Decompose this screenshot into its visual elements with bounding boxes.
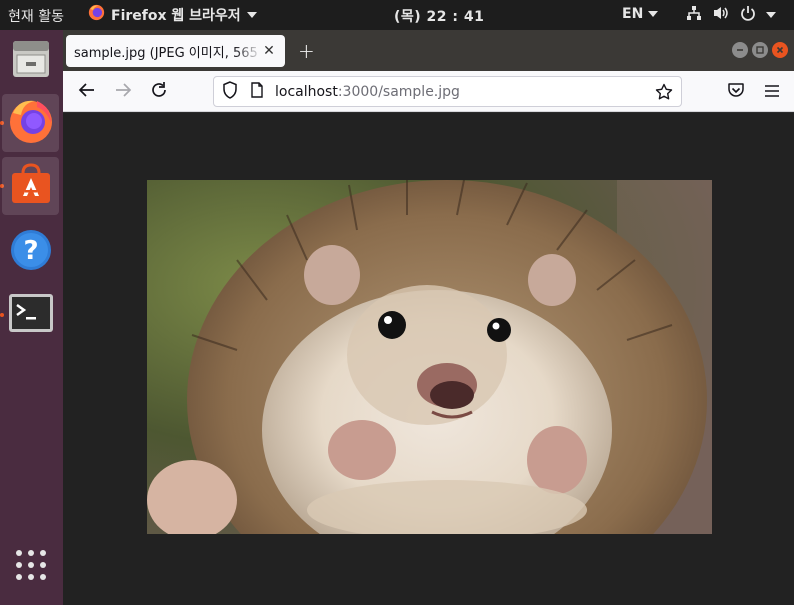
- back-button[interactable]: [76, 81, 98, 103]
- power-icon: [740, 5, 756, 25]
- terminal-icon: [8, 293, 54, 337]
- tab-sample-jpg[interactable]: sample.jpg (JPEG 이미지, 565 ✕: [66, 35, 285, 67]
- bookmark-star-icon[interactable]: [655, 83, 673, 105]
- hamburger-menu-icon: [764, 83, 780, 102]
- forward-button[interactable]: [112, 81, 134, 103]
- url-text[interactable]: localhost:3000/sample.jpg: [275, 84, 460, 100]
- app-grid-icon: [14, 548, 48, 586]
- minimize-button[interactable]: [732, 42, 748, 58]
- shield-icon[interactable]: [222, 80, 238, 103]
- firefox-window: sample.jpg (JPEG 이미지, 565 ✕ + localhost:…: [63, 30, 794, 605]
- help-icon: ?: [9, 228, 53, 276]
- maximize-button[interactable]: [752, 42, 768, 58]
- dock-item-software[interactable]: [2, 157, 59, 215]
- top-panel: 현재 활동 Firefox 웹 브라우저 (목) 22 : 41 EN: [0, 0, 794, 30]
- firefox-icon: [88, 4, 105, 25]
- tab-strip: sample.jpg (JPEG 이미지, 565 ✕ +: [63, 30, 794, 71]
- arrow-right-icon: [114, 81, 132, 103]
- app-menu-label: Firefox 웹 브라우저: [111, 7, 241, 24]
- image-viewer: [63, 113, 794, 605]
- chevron-down-icon: [648, 11, 659, 17]
- chevron-down-icon: [246, 11, 257, 18]
- language-label: EN: [622, 6, 644, 22]
- address-bar[interactable]: localhost:3000/sample.jpg: [213, 76, 682, 107]
- file-cabinet-icon: [9, 37, 53, 85]
- show-applications-button[interactable]: [2, 538, 59, 596]
- close-tab-icon[interactable]: ✕: [262, 43, 276, 59]
- menu-button[interactable]: [761, 81, 783, 103]
- arrow-left-icon: [78, 81, 96, 103]
- url-path: :3000/sample.jpg: [337, 83, 460, 100]
- dock-item-firefox[interactable]: [2, 94, 59, 152]
- page-icon: [250, 81, 264, 102]
- dock-item-help[interactable]: ?: [2, 223, 59, 281]
- chevron-down-icon: [766, 12, 776, 18]
- app-menu[interactable]: Firefox 웹 브라우저: [88, 4, 257, 25]
- url-host: localhost: [275, 83, 338, 100]
- tab-title: sample.jpg (JPEG 이미지, 565: [74, 45, 258, 61]
- clock[interactable]: (목) 22 : 41: [394, 6, 484, 26]
- dock-item-files[interactable]: [2, 32, 59, 90]
- dock-item-terminal[interactable]: [2, 286, 59, 344]
- system-tray[interactable]: [686, 5, 776, 25]
- firefox-icon: [7, 97, 55, 149]
- volume-icon: [712, 5, 730, 25]
- window-controls: [732, 42, 788, 58]
- reload-icon: [150, 81, 168, 103]
- pocket-button[interactable]: [725, 81, 747, 103]
- pocket-icon: [727, 81, 745, 103]
- new-tab-button[interactable]: +: [298, 39, 315, 63]
- network-icon: [686, 5, 702, 25]
- app-store-bag-icon: [8, 161, 54, 211]
- close-window-button[interactable]: [772, 42, 788, 58]
- svg-text:?: ?: [23, 236, 38, 266]
- hedgehog-photo[interactable]: [147, 180, 712, 534]
- navigation-toolbar: localhost:3000/sample.jpg: [63, 71, 794, 112]
- dock: ?: [0, 30, 63, 605]
- reload-button[interactable]: [148, 81, 170, 103]
- language-indicator[interactable]: EN: [622, 6, 659, 22]
- activities-button[interactable]: 현재 활동: [8, 6, 64, 26]
